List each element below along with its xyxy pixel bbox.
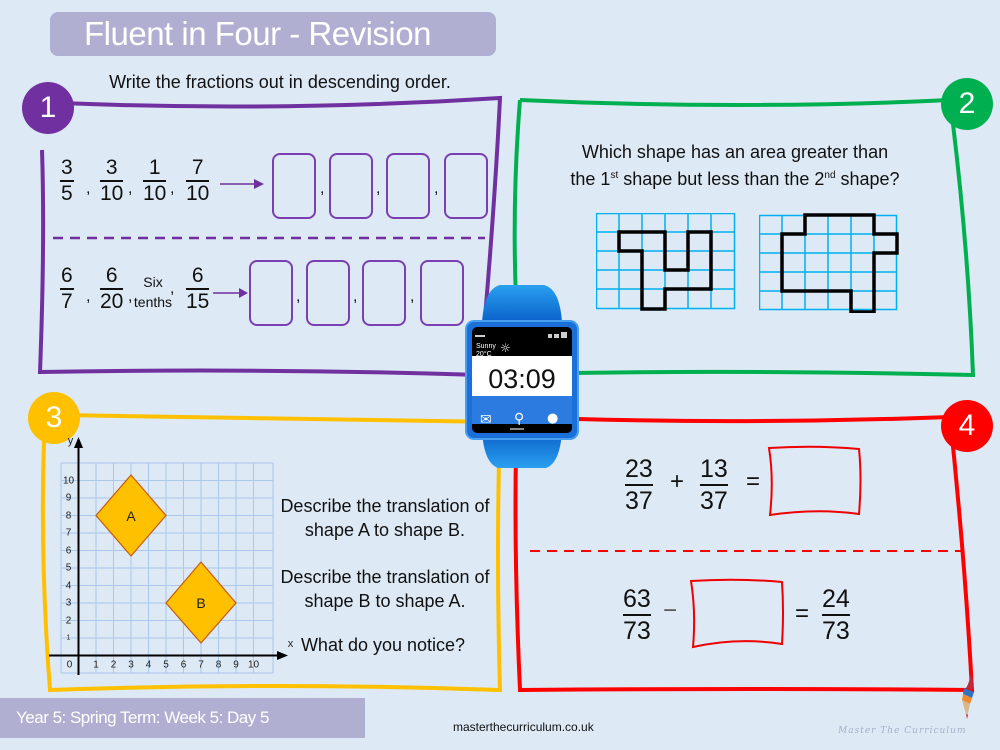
comma: , [296, 288, 301, 305]
sun-icon: ☼ [500, 341, 511, 355]
answer-box[interactable] [688, 577, 786, 649]
answer-box[interactable] [420, 260, 464, 326]
y-tick-label: 9 [65, 492, 72, 504]
q1-badge: 1 [22, 82, 74, 134]
x-tick-label: 1 [93, 659, 99, 670]
arrow-right-icon [220, 179, 264, 189]
q1-row1-fraction: 7 10 [186, 156, 210, 205]
smartwatch-timer: Sunny 20°C ☼ 03:09 ✉ ⚲ ● [462, 283, 582, 468]
comma: , [170, 180, 175, 197]
answer-box[interactable] [306, 260, 350, 326]
shape-2-outline [780, 213, 899, 313]
q4-badge: 4 [941, 400, 993, 452]
q3-prompt-3: What do you notice? [300, 635, 466, 655]
y-tick-label: 10 [62, 475, 75, 486]
arrow-right-icon [213, 288, 248, 298]
q4-eq2-fraction-result: 24 73 [822, 585, 850, 645]
search-icon[interactable]: ⚲ [514, 411, 524, 427]
x-tick-label: 2 [110, 659, 117, 670]
comma: , [86, 288, 91, 305]
brand-logo-text: Master The Curriculum [838, 726, 967, 736]
equals-sign: = [795, 600, 810, 627]
grid-lines [60, 462, 274, 674]
y-tick-label: 6 [65, 545, 72, 556]
x-tick-label: 10 [247, 659, 260, 670]
q1-row1-fraction: 3 10 [100, 156, 124, 205]
comma: , [320, 180, 325, 197]
x-axis-arrow [277, 651, 288, 660]
mail-icon[interactable]: ✉ [480, 412, 492, 428]
equals-sign: = [746, 468, 761, 495]
x-tick-label: 3 [128, 659, 134, 670]
x-tick-label: 7 [198, 659, 204, 670]
y-tick-label: 8 [65, 510, 72, 521]
comma: , [128, 180, 133, 197]
comma: , [86, 180, 91, 197]
x-tick-label: 9 [233, 659, 239, 670]
q1-row2-fraction: 67 [60, 264, 74, 313]
q1-row2-words: Six tenths [133, 274, 173, 310]
shape-a-label: A [126, 507, 136, 524]
coordinate-grid [49, 437, 288, 675]
x-axis-label: x [287, 637, 294, 650]
q3-prompt-1: Describe the translation of shape A to sh… [280, 496, 490, 540]
shape-1-grid [596, 213, 736, 311]
y-tick-label: 5 [65, 562, 72, 574]
lesson-label: Year 5: Spring Term: Week 5: Day 5 [16, 708, 269, 727]
weather-readout: Sunny 20°C [476, 343, 496, 358]
answer-box[interactable] [766, 444, 864, 518]
x-tick-label: 5 [163, 659, 169, 670]
q2-question: Which shape has an area greater than the… [570, 142, 900, 189]
comma: , [376, 180, 381, 197]
comma: , [170, 280, 175, 297]
q4-eq1-fraction-a: 23 37 [625, 455, 653, 515]
y-tick-label: 4 [65, 580, 72, 591]
shape-b-label: B [196, 595, 206, 611]
q4-frame [513, 414, 975, 693]
timer-display: 03:09 [488, 364, 556, 394]
q1-row1-fraction: 1 10 [143, 156, 167, 205]
y-tick-label: 1 [66, 634, 71, 642]
x-tick-label: 4 [145, 659, 152, 670]
x-tick-label: 8 [215, 659, 222, 670]
q1-row2-fraction: 6 15 [186, 264, 210, 313]
user-icon[interactable]: ● [547, 411, 558, 426]
x-tick-label: 6 [180, 659, 187, 670]
q4-eq1-fraction-b: 13 37 [700, 455, 728, 515]
y-tick-label: 2 [65, 615, 72, 626]
y-axis-label: y [67, 435, 74, 447]
answer-box[interactable] [444, 153, 488, 219]
comma: , [410, 288, 415, 305]
answer-box[interactable] [386, 153, 430, 219]
answer-box[interactable] [362, 260, 406, 326]
q2-badge: 2 [941, 78, 993, 130]
q1-frame [37, 95, 503, 378]
x-tick-label: 0 [66, 659, 73, 670]
grid-lines [759, 214, 898, 311]
comma: , [353, 288, 358, 305]
y-tick-label: 7 [65, 527, 72, 539]
minus-sign: − [663, 597, 678, 624]
q1-row1-fraction: 35 [60, 156, 74, 205]
answer-box[interactable] [249, 260, 293, 326]
answer-box[interactable] [329, 153, 373, 219]
q3-prompt-2: Describe the translation of shape B to sh… [280, 567, 490, 611]
y-axis-arrow [74, 437, 83, 448]
pencil-logo-icon [962, 674, 974, 719]
q1-row2-fraction: 6 20 [100, 264, 124, 313]
q4-eq2-fraction-a: 63 73 [623, 585, 651, 645]
site-link[interactable]: masterthecurriculum.co.uk [453, 720, 594, 734]
q1-instruction: Write the fractions out in descending or… [109, 72, 451, 92]
answer-box[interactable] [272, 153, 316, 219]
y-tick-label: 3 [65, 597, 72, 609]
comma: , [434, 180, 439, 197]
shape-2-grid [759, 213, 899, 313]
plus-sign: + [670, 468, 685, 495]
